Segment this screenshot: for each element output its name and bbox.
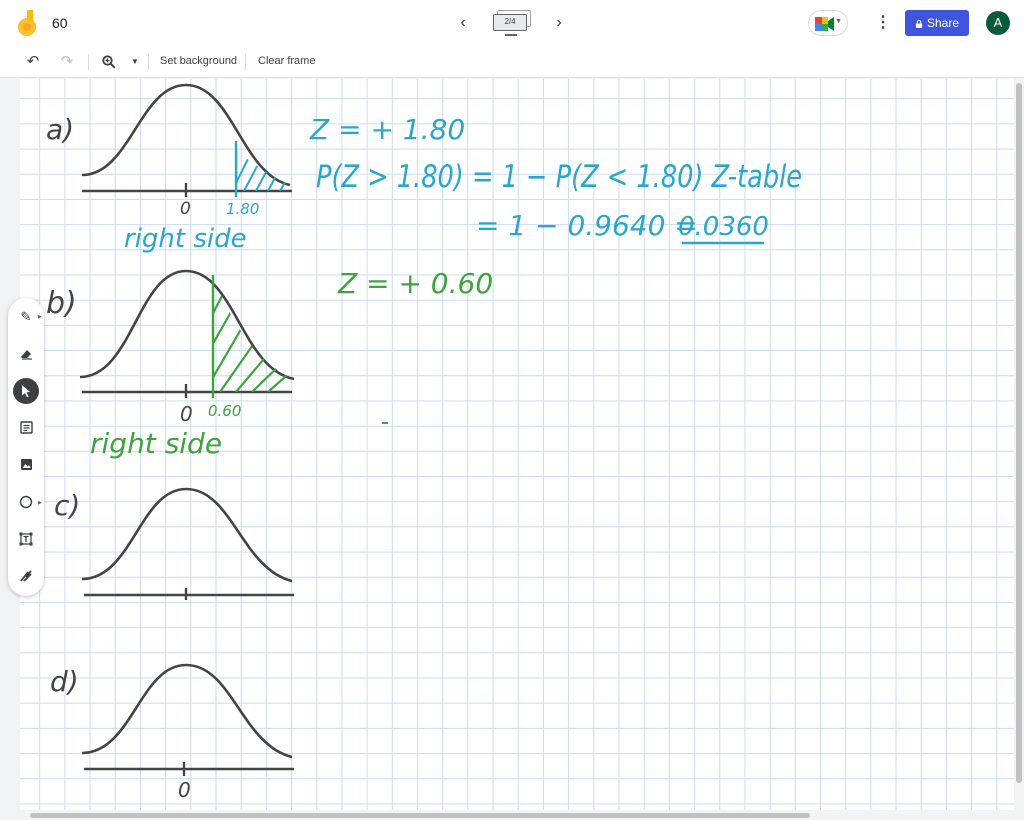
part-b-label: b)	[46, 286, 77, 321]
toolbar: ↶ ↷ ▼ Set background Clear frame	[0, 46, 1024, 78]
undo-button[interactable]: ↶	[22, 51, 44, 73]
set-background-button[interactable]: Set background	[160, 55, 237, 67]
sticky-note-icon	[19, 421, 33, 434]
frame-indicator	[505, 34, 517, 36]
select-arrow-icon	[22, 385, 30, 398]
whiteboard-drawing: a) 0 1.80 right side b) 0 0.60 right sid…	[46, 83, 802, 802]
clear-frame-button[interactable]: Clear frame	[258, 55, 315, 67]
circle-icon	[19, 495, 33, 509]
part-a-label: a)	[46, 113, 74, 146]
chevron-right-icon: ›	[556, 14, 562, 31]
next-frame-button[interactable]: ›	[548, 12, 570, 34]
pen-tool-button[interactable]: ✎	[13, 304, 39, 330]
image-icon	[20, 459, 32, 470]
part-a-curve	[81, 83, 291, 187]
part-c-label: c)	[54, 489, 80, 522]
pen-icon: ✎	[20, 309, 32, 324]
work-a-line2: P(Z > 1.80) = 1 − P(Z < 1.80) Z-table	[316, 159, 802, 195]
redo-icon: ↷	[60, 53, 74, 70]
horizontal-scrollbar-thumb[interactable]	[30, 813, 810, 818]
vertical-scrollbar-thumb[interactable]	[1016, 83, 1022, 783]
toolbar-divider	[245, 54, 246, 70]
horizontal-scrollbar[interactable]	[0, 810, 1014, 820]
meet-icon	[815, 17, 834, 31]
tool-options-arrow-icon: ▶	[38, 314, 42, 320]
sticky-note-tool-button[interactable]	[13, 415, 39, 441]
work-a-line3: = 1 − 0.9640 =	[476, 209, 698, 242]
part-a-zero-label: 0	[180, 199, 191, 219]
app-header: 60 ‹ 2/4 › ▼ ⋮ Share A	[0, 0, 1024, 46]
whiteboard-canvas[interactable]: a) 0 1.80 right side b) 0 0.60 right sid…	[20, 79, 1014, 810]
toolbar-divider	[88, 54, 89, 70]
meet-present-button[interactable]: ▼	[808, 10, 848, 36]
vertical-scrollbar[interactable]	[1014, 79, 1024, 810]
part-a-shaded-area	[236, 150, 290, 191]
caret-down-icon: ▼	[835, 18, 842, 25]
part-d-zero-label: 0	[178, 778, 191, 802]
toolbar-divider	[148, 54, 149, 70]
zoom-menu-button[interactable]: ▼	[124, 51, 146, 73]
undo-icon: ↶	[26, 53, 40, 70]
share-button[interactable]: Share	[905, 10, 969, 36]
chevron-left-icon: ‹	[460, 14, 466, 31]
work-a-line1: Z = + 1.80	[309, 113, 465, 146]
part-d-curve	[81, 663, 293, 759]
more-options-button[interactable]: ⋮	[872, 12, 894, 34]
more-vert-icon: ⋮	[875, 14, 891, 31]
lock-icon	[915, 20, 923, 28]
zoom-button[interactable]	[98, 51, 120, 73]
tool-options-arrow-icon: ▶	[38, 500, 42, 506]
text-box-tool-button[interactable]	[13, 526, 39, 552]
frame-counter: 2/4	[493, 14, 527, 31]
eraser-icon	[21, 350, 32, 360]
image-tool-button[interactable]	[13, 452, 39, 478]
frame-picker-button[interactable]: 2/4	[489, 8, 535, 38]
text-box-icon	[19, 532, 33, 546]
shape-tool-button[interactable]	[13, 489, 39, 515]
eraser-tool-button[interactable]	[13, 341, 39, 367]
redo-button[interactable]: ↷	[56, 51, 78, 73]
select-tool-button[interactable]	[13, 378, 39, 404]
laser-icon	[20, 570, 32, 582]
document-title[interactable]: 60	[52, 15, 68, 31]
part-a-side-label: right side	[124, 224, 247, 254]
user-avatar[interactable]: A	[986, 11, 1010, 35]
part-c-curve	[81, 487, 293, 583]
part-a-z-tick-label: 1.80	[226, 200, 259, 218]
part-b-side-label: right side	[90, 427, 222, 460]
jamboard-logo-icon	[18, 10, 36, 36]
work-a-answer: 0.0360	[678, 212, 769, 242]
laser-tool-button[interactable]	[13, 563, 39, 589]
share-label: Share	[926, 16, 960, 30]
caret-down-icon: ▼	[131, 57, 139, 66]
zoom-icon	[102, 55, 116, 69]
previous-frame-button[interactable]: ‹	[452, 12, 474, 34]
part-d-label: d)	[50, 665, 79, 698]
tool-palette: ✎ ▶ ▶	[8, 298, 44, 596]
jamboard-app: 60 ‹ 2/4 › ▼ ⋮ Share A ↶ ↷ ▼ Set backgro…	[0, 0, 1024, 820]
part-b-zero-label: 0	[180, 402, 193, 426]
work-b-line1: Z = + 0.60	[337, 267, 493, 300]
part-b-z-tick-label: 0.60	[208, 402, 241, 420]
